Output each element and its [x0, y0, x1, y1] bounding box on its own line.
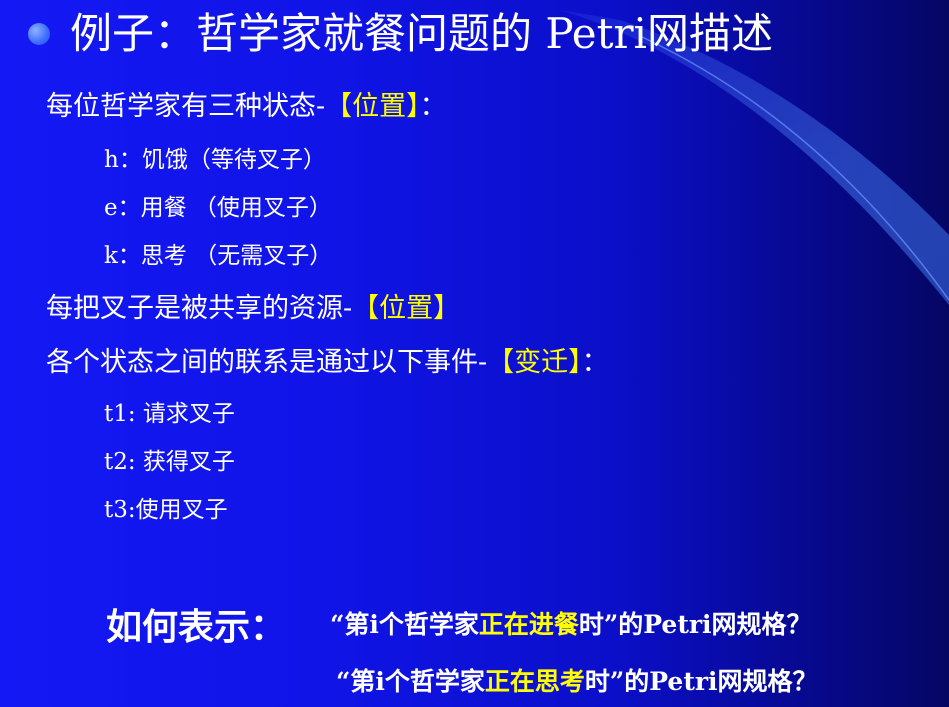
question-label: 如何表示： [106, 606, 287, 648]
bullet-icon [28, 23, 50, 45]
state-thinking: k：思考 （无需叉子） [104, 243, 333, 269]
q1-highlight: 正在进餐 [478, 610, 579, 639]
state-eating: e：用餐 （使用叉子） [104, 195, 332, 221]
place-tag: 【位置】 [325, 91, 420, 122]
q1-start: “第i个哲学家 [330, 610, 479, 639]
question-thinking: “第i个哲学家正在思考时”的Petri网规格？ [336, 662, 818, 698]
states-text: 每位哲学家有三种状态- [46, 91, 326, 122]
state-hungry: h：饥饿（等待叉子） [104, 147, 326, 173]
states-line: 每位哲学家有三种状态-【位置】： [46, 84, 447, 123]
q2-highlight: 正在思考 [484, 667, 585, 696]
transition-text: 各个状态之间的联系是通过以下事件- [46, 347, 488, 378]
event-t1: t1: 请求叉子 [104, 401, 235, 427]
q2-start: “第i个哲学家 [336, 667, 485, 696]
title-text: 例子：哲学家就餐问题的 Petri网描述 [70, 9, 773, 58]
place-tag: 【位置】 [352, 293, 461, 324]
event-t3: t3:使用叉子 [104, 497, 228, 523]
fork-text: 每把叉子是被共享的资源- [46, 293, 353, 324]
slide-title: 例子：哲学家就餐问题的 Petri网描述 [28, 6, 773, 62]
question-eating: “第i个哲学家正在进餐时”的Petri网规格？ [330, 605, 812, 641]
q2-end: 时”的Petri网规格？ [584, 667, 818, 696]
transition-line: 各个状态之间的联系是通过以下事件-【变迁】： [46, 340, 609, 379]
event-t2: t2: 获得叉子 [104, 449, 235, 475]
q1-end: 时”的Petri网规格？ [578, 610, 812, 639]
transition-tag: 【变迁】 [487, 347, 582, 378]
colon: ： [581, 347, 609, 378]
colon: ： [419, 91, 447, 122]
fork-line: 每把叉子是被共享的资源-【位置】 [46, 286, 460, 325]
